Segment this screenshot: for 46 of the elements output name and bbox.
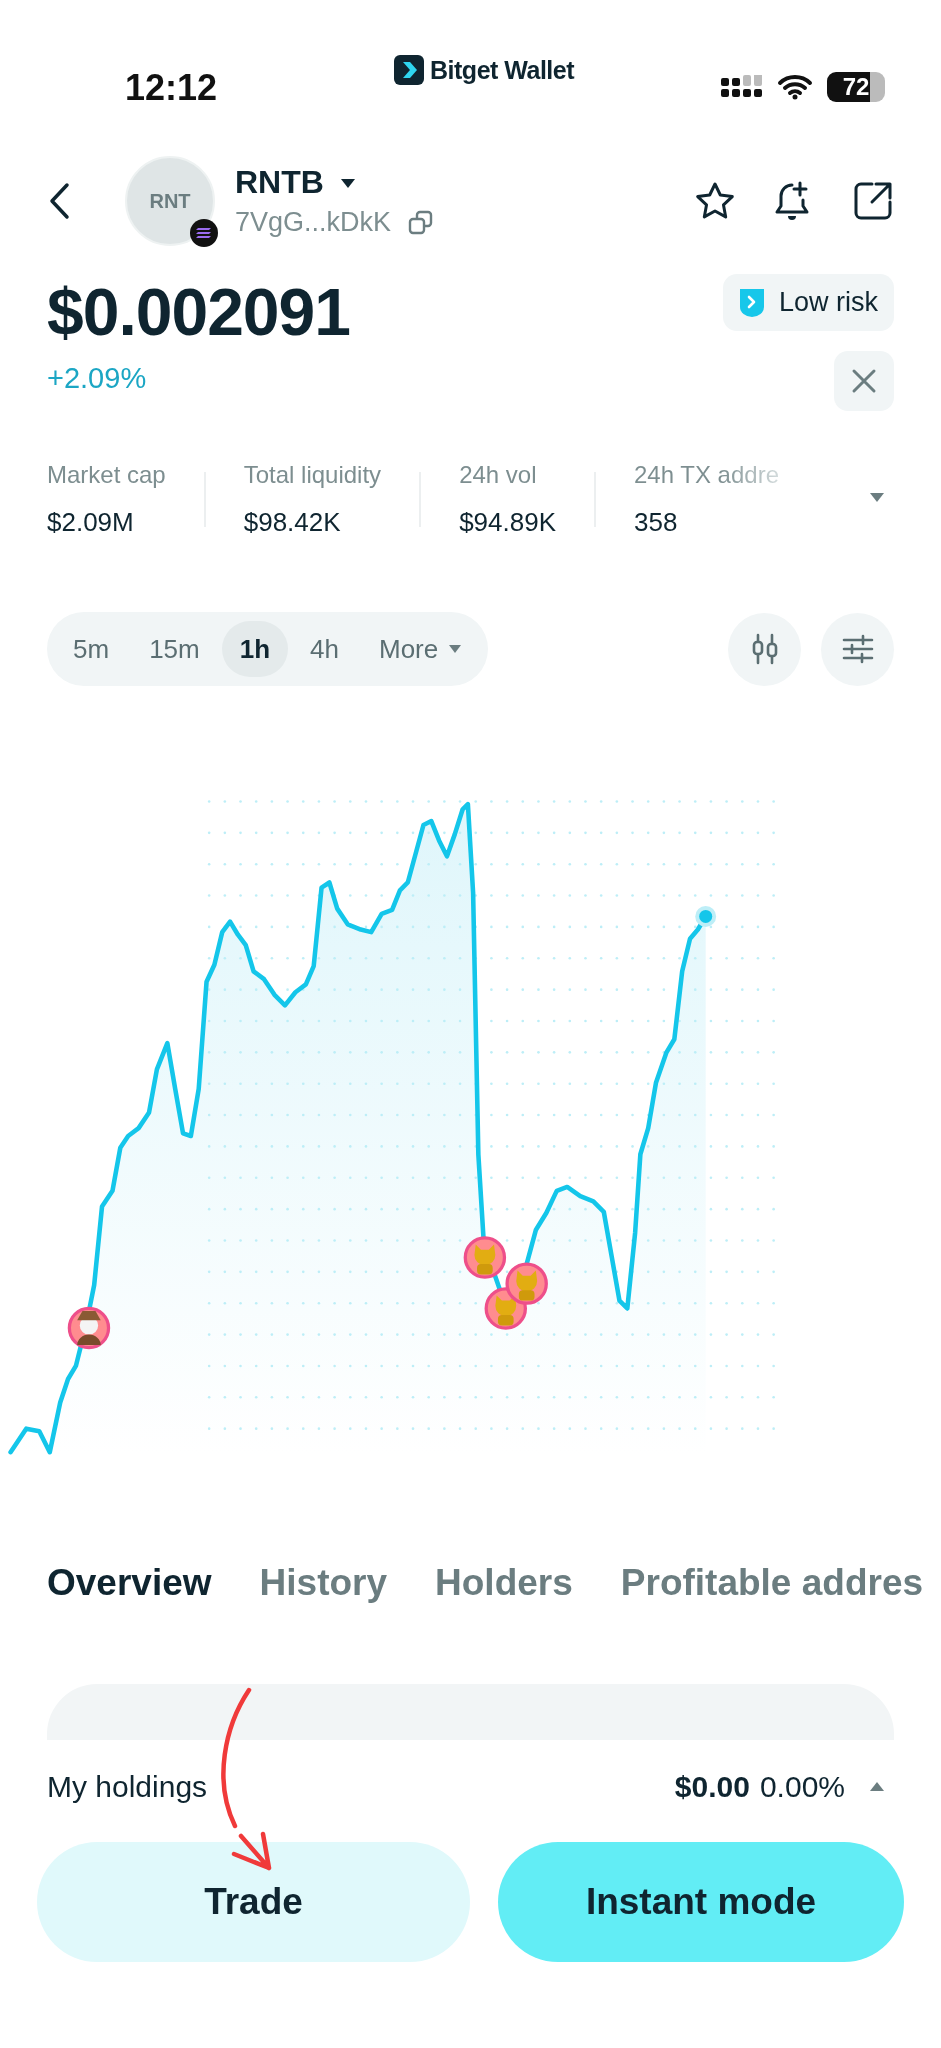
section-tab[interactable]: Overview bbox=[47, 1562, 212, 1604]
trade-button[interactable]: Trade bbox=[37, 1842, 470, 1962]
stat-value: 358 bbox=[634, 507, 679, 538]
token-price: $0.002091 bbox=[47, 274, 350, 350]
risk-label: Low risk bbox=[778, 287, 878, 318]
signal-icon bbox=[721, 75, 763, 99]
token-symbol: RNTB bbox=[235, 164, 324, 201]
interval-tab[interactable]: 4h bbox=[292, 621, 357, 677]
stat-label: Market cap bbox=[47, 461, 166, 489]
section-tab[interactable]: Profitable addres bbox=[620, 1562, 924, 1604]
stat-label: Total liquidity bbox=[243, 461, 382, 489]
interval-tab[interactable]: 15m bbox=[131, 621, 218, 677]
holdings-label: My holdings bbox=[47, 1770, 208, 1804]
interval-tab[interactable]: 5m bbox=[55, 621, 128, 677]
holdings-value: $0.00 bbox=[674, 1770, 750, 1804]
caret-icon bbox=[448, 644, 463, 654]
caret-up-icon[interactable] bbox=[869, 1781, 885, 1793]
interval-tab[interactable]: More bbox=[360, 621, 481, 677]
stat-value: $2.09M bbox=[47, 507, 135, 538]
stat-value: $94.89K bbox=[459, 507, 556, 538]
avatar-marker-icon[interactable] bbox=[463, 1236, 507, 1279]
section-tab[interactable]: Holders bbox=[435, 1562, 573, 1604]
price-change: +2.09% bbox=[47, 362, 148, 395]
avatar-text: RNT bbox=[149, 189, 191, 213]
caret-icon[interactable] bbox=[339, 176, 356, 189]
sliders-icon bbox=[840, 632, 875, 666]
token-address: 7VgG...kDkK bbox=[235, 207, 392, 238]
wifi-icon bbox=[777, 74, 813, 100]
x-social-button[interactable] bbox=[834, 351, 894, 411]
instant-mode-button[interactable]: Instant mode bbox=[498, 1842, 904, 1962]
risk-badge[interactable]: Low risk bbox=[722, 274, 894, 331]
section-tab[interactable]: History bbox=[259, 1562, 388, 1604]
avatar-marker-icon[interactable] bbox=[67, 1306, 111, 1350]
caret-down-icon[interactable] bbox=[869, 491, 885, 503]
battery-level: 72 bbox=[842, 73, 870, 101]
app-logo-icon bbox=[394, 55, 425, 85]
x-logo-icon bbox=[851, 368, 877, 394]
holdings-change: 0.00% bbox=[759, 1770, 845, 1804]
chain-badge-icon bbox=[189, 218, 219, 248]
stat-label: 24h vol bbox=[459, 461, 538, 489]
app-name: Bitget Wallet bbox=[430, 55, 574, 85]
shield-icon bbox=[738, 287, 765, 318]
stat-value: $98.42K bbox=[243, 507, 342, 538]
status-time: 12:12 bbox=[125, 67, 218, 109]
share-icon[interactable] bbox=[852, 180, 894, 222]
interval-tab[interactable]: 1h bbox=[221, 621, 289, 677]
